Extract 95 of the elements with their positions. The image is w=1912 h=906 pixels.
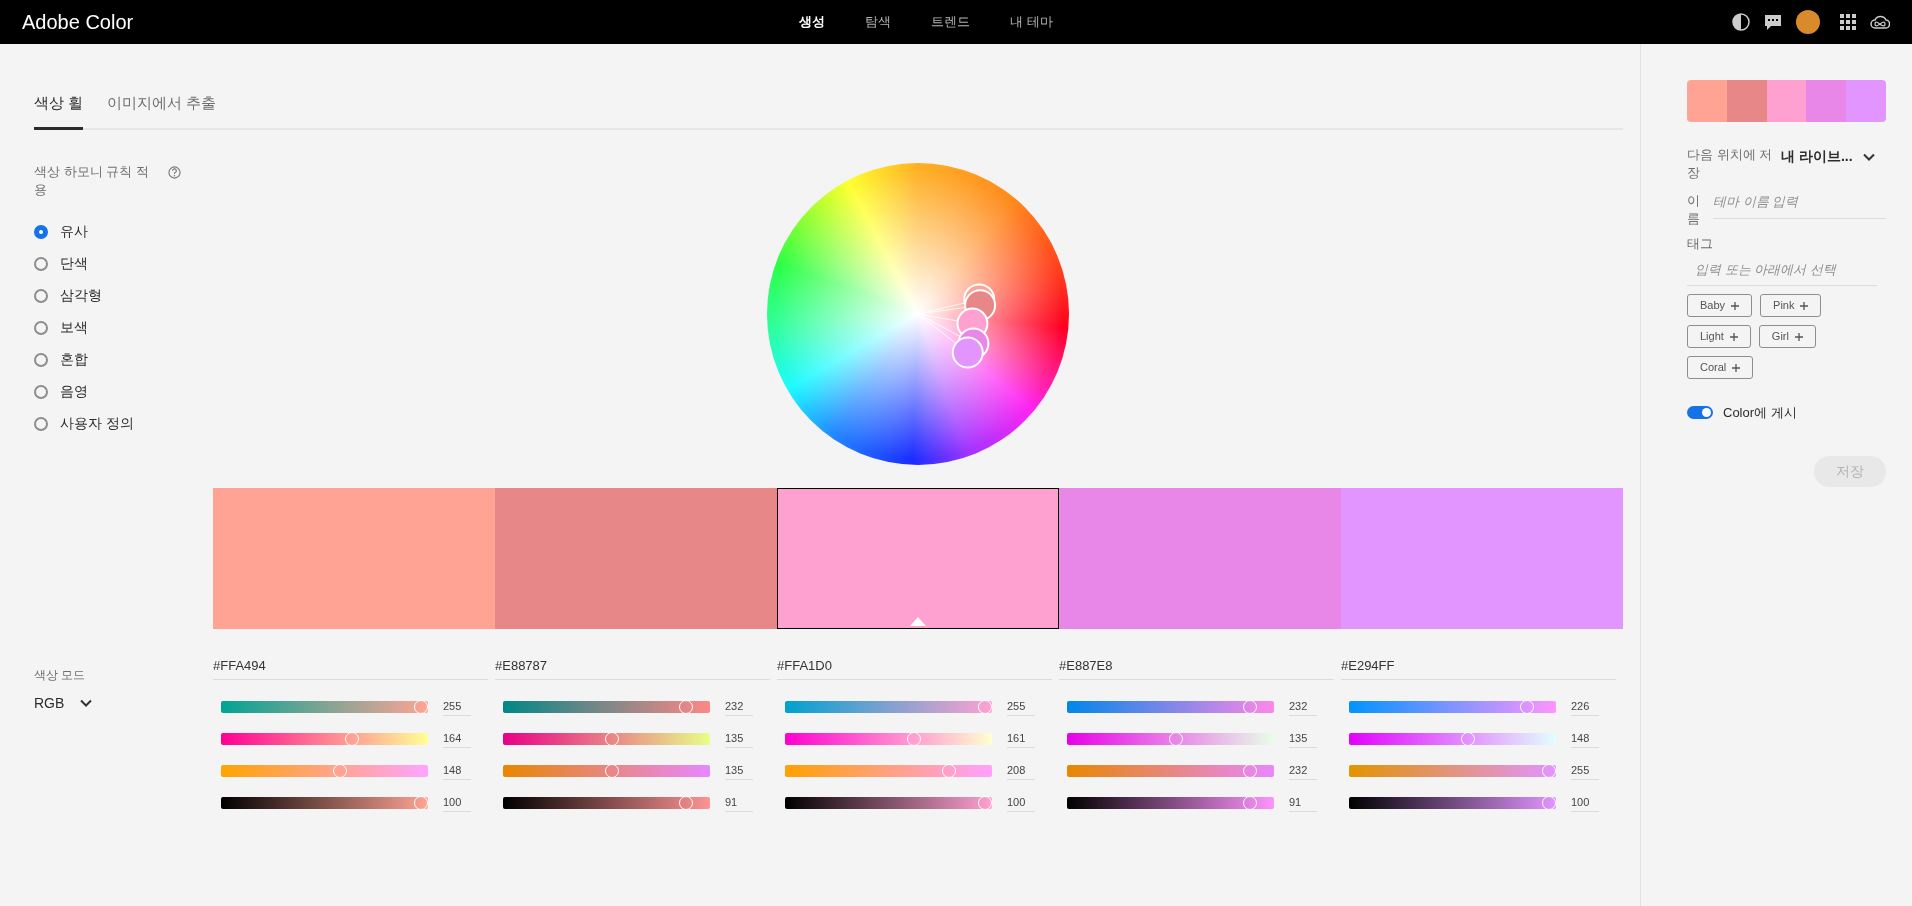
channel-value[interactable]: 148 <box>1571 730 1599 748</box>
channel-value[interactable]: 255 <box>443 698 471 716</box>
plus-icon <box>1729 332 1738 341</box>
channel-slider[interactable] <box>1067 732 1274 746</box>
nav-link[interactable]: 생성 <box>799 12 826 32</box>
nav-link[interactable]: 트렌드 <box>931 12 971 32</box>
save-to-label: 다음 위치에 저장 <box>1687 146 1774 182</box>
channel-value[interactable]: 161 <box>1007 730 1035 748</box>
harmony-radio[interactable]: 삼각형 <box>34 279 213 312</box>
harmony-radio[interactable]: 보색 <box>34 311 213 344</box>
harmony-radio[interactable]: 혼합 <box>34 343 213 376</box>
channel-value[interactable]: 135 <box>1289 730 1317 748</box>
channel-slider[interactable] <box>1349 764 1556 778</box>
publish-label: Color에 게시 <box>1723 404 1797 422</box>
color-mode-label: 색상 모드 <box>34 666 87 684</box>
plus-icon <box>1732 363 1741 372</box>
channel-slider[interactable] <box>221 764 428 778</box>
tags-input[interactable]: 입력 또는 아래에서 선택 <box>1687 259 1877 286</box>
channel-value[interactable]: 208 <box>1007 762 1035 780</box>
channel-slider[interactable] <box>221 700 428 714</box>
channel-value[interactable]: 255 <box>1571 762 1599 780</box>
channel-slider[interactable] <box>221 796 428 810</box>
tag-chip[interactable]: Girl <box>1758 325 1816 348</box>
channel-value[interactable]: 232 <box>1289 762 1317 780</box>
channel-value[interactable]: 100 <box>443 794 471 812</box>
color-swatch[interactable] <box>495 487 777 629</box>
tags-label: 태그 <box>1687 235 1714 253</box>
channel-slider[interactable] <box>503 764 710 778</box>
channel-slider[interactable] <box>1067 764 1274 778</box>
app-logo[interactable]: Adobe Color <box>22 7 422 37</box>
tag-chip[interactable]: Light <box>1687 325 1751 348</box>
plus-icon <box>1800 301 1809 310</box>
chevron-down-icon <box>1862 152 1875 161</box>
tab[interactable]: 이미지에서 추출 <box>107 92 217 130</box>
channel-slider[interactable] <box>1349 732 1556 746</box>
channel-slider[interactable] <box>221 732 428 746</box>
chevron-down-icon <box>80 699 93 707</box>
color-swatch[interactable] <box>1059 487 1341 629</box>
toggle-switch[interactable] <box>1687 406 1713 420</box>
hex-input[interactable]: #E887E8 <box>1059 655 1334 680</box>
channel-value[interactable]: 100 <box>1571 794 1599 812</box>
hex-input[interactable]: #E294FF <box>1341 655 1616 680</box>
tag-chip[interactable]: Coral <box>1687 356 1754 379</box>
channel-value[interactable]: 135 <box>725 730 753 748</box>
library-dropdown[interactable]: 내 라이브... <box>1781 146 1875 167</box>
channel-value[interactable]: 91 <box>1289 794 1317 812</box>
harmony-label: 색상 하모니 규칙 적용 <box>34 162 150 199</box>
triangle-icon <box>910 616 926 626</box>
color-swatch[interactable] <box>777 487 1059 629</box>
chat-icon[interactable] <box>1764 13 1782 31</box>
channel-slider[interactable] <box>503 732 710 746</box>
channel-value[interactable]: 255 <box>1007 698 1035 716</box>
plus-icon <box>1731 301 1740 310</box>
channel-slider[interactable] <box>1349 700 1556 714</box>
help-icon[interactable] <box>168 165 181 179</box>
name-label: 이름 <box>1687 192 1701 228</box>
harmony-radio[interactable]: 유사 <box>34 215 213 248</box>
harmony-radio[interactable]: 단색 <box>34 247 213 280</box>
channel-slider[interactable] <box>785 764 992 778</box>
avatar[interactable] <box>1796 10 1820 34</box>
apps-grid-icon[interactable] <box>1840 14 1856 30</box>
hex-input[interactable]: #FFA1D0 <box>777 655 1052 680</box>
channel-value[interactable]: 91 <box>725 794 753 812</box>
channel-value[interactable]: 135 <box>725 762 753 780</box>
channel-slider[interactable] <box>785 732 992 746</box>
cloud-icon[interactable] <box>1870 14 1890 30</box>
channel-slider[interactable] <box>503 700 710 714</box>
channel-slider[interactable] <box>785 700 992 714</box>
tab[interactable]: 색상 휠 <box>34 92 84 130</box>
channel-slider[interactable] <box>785 796 992 810</box>
channel-slider[interactable] <box>1067 796 1274 810</box>
name-input[interactable]: 테마 이름 입력 <box>1713 192 1886 219</box>
harmony-radio[interactable]: 사용자 정의 <box>34 407 213 440</box>
color-swatch[interactable] <box>213 487 495 629</box>
hex-input[interactable]: #FFA494 <box>213 655 488 680</box>
nav-link[interactable]: 내 테마 <box>1010 12 1053 32</box>
channel-slider[interactable] <box>1067 700 1274 714</box>
contrast-icon[interactable] <box>1732 13 1750 31</box>
tag-chip[interactable]: Pink <box>1760 294 1822 317</box>
channel-value[interactable]: 232 <box>1289 698 1317 716</box>
channel-value[interactable]: 164 <box>443 730 471 748</box>
channel-value[interactable]: 232 <box>725 698 753 716</box>
nav-link[interactable]: 탐색 <box>865 12 892 32</box>
tag-chip[interactable]: Baby <box>1687 294 1753 317</box>
channel-slider[interactable] <box>503 796 710 810</box>
channel-value[interactable]: 226 <box>1571 698 1599 716</box>
channel-value[interactable]: 148 <box>443 762 471 780</box>
plus-icon <box>1794 332 1803 341</box>
harmony-radio[interactable]: 음영 <box>34 375 213 408</box>
hex-input[interactable]: #E88787 <box>495 655 770 680</box>
channel-value[interactable]: 100 <box>1007 794 1035 812</box>
color-marker[interactable] <box>951 336 984 369</box>
color-mode-dropdown[interactable]: RGB <box>34 692 93 714</box>
channel-slider[interactable] <box>1349 796 1556 810</box>
color-swatch[interactable] <box>1341 487 1623 629</box>
